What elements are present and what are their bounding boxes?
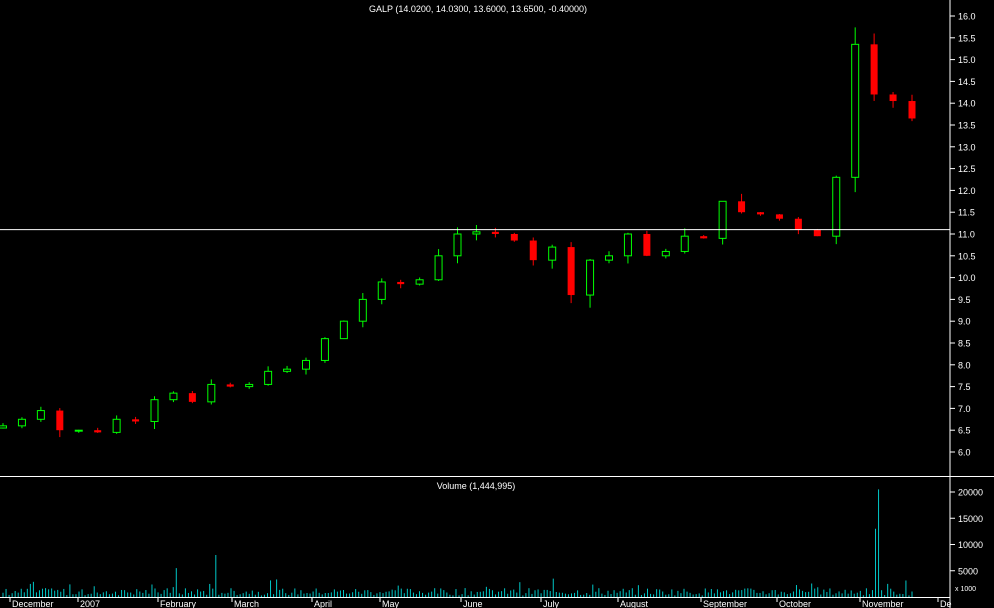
price-tick-label: 9.0 [958, 317, 971, 327]
volume-tick-label: 5000 [958, 566, 978, 576]
price-tick-label: 8.0 [958, 360, 971, 370]
x-tick-label: December [12, 599, 54, 608]
stock-chart: GALP (14.0200, 14.0300, 13.6000, 13.6500… [0, 0, 994, 608]
candle-body-up [661, 250, 670, 257]
price-tick-label: 12.5 [958, 164, 976, 174]
price-tick-label: 15.0 [958, 55, 976, 65]
candle-body-down [94, 430, 102, 433]
x-tick-label: October [779, 599, 811, 608]
candle-body-down [794, 218, 802, 230]
price-tick-label: 15.5 [958, 33, 976, 43]
price-tick-label: 13.5 [958, 121, 976, 131]
candle-body-up [472, 231, 481, 235]
candle-body-down [700, 236, 708, 239]
x-tick-label: April [314, 599, 332, 608]
volume-tick-label: 15000 [958, 514, 983, 524]
price-tick-label: 14.5 [958, 77, 976, 87]
candle-body-down [397, 281, 405, 285]
candle-body-up [832, 176, 841, 237]
candle-body-up [605, 255, 613, 261]
candle-body-up [112, 418, 121, 433]
price-tick-label: 6.5 [958, 426, 971, 436]
candle-body-up [207, 383, 216, 403]
x-tick-label: February [160, 599, 197, 608]
price-tick-label: 16.0 [958, 12, 976, 22]
x-tick-label: 2007 [80, 599, 100, 608]
price-tick-label: 9.5 [958, 295, 971, 305]
candle-body-up [415, 279, 424, 285]
candle-body-down [226, 384, 234, 387]
candle-body-up [358, 298, 367, 322]
candle-body-down [643, 234, 651, 256]
x-tick-label: March [234, 599, 259, 608]
price-tick-label: 7.0 [958, 404, 971, 414]
price-tick-label: 10.5 [958, 251, 976, 261]
price-tick-label: 10.0 [958, 273, 976, 283]
candle-body-up [320, 338, 329, 361]
candle-body-up [623, 233, 632, 257]
candle-body-down [491, 231, 499, 234]
candle-body-down [813, 229, 821, 237]
price-tick-label: 11.5 [958, 208, 975, 218]
price-tick-label: 12.0 [958, 186, 976, 196]
candle-body-up [36, 410, 45, 420]
x-tick-label: August [620, 599, 649, 608]
price-title: GALP (14.0200, 14.0300, 13.6000, 13.6500… [369, 4, 587, 14]
candle-body-up [169, 392, 178, 401]
candle-body-up [17, 418, 26, 427]
candle-body-up [453, 233, 462, 257]
candle-body-up [718, 200, 727, 239]
candle-body-down [738, 201, 746, 213]
candle-body-down [775, 214, 783, 219]
chart-background [0, 0, 994, 608]
candle-body-up [586, 259, 595, 296]
x-tick-label: June [463, 599, 483, 608]
x-tick-label: November [862, 599, 904, 608]
x-tick-label: July [543, 599, 560, 608]
candle-body-down [889, 94, 897, 102]
candle-body-down [870, 44, 878, 95]
candle-body-up [150, 399, 159, 422]
volume-scale-label: x 1000 [955, 586, 976, 593]
candle-body-up [264, 370, 273, 385]
candle-body-up [851, 43, 860, 178]
candle-body-down [757, 212, 764, 215]
price-tick-label: 7.5 [958, 382, 971, 392]
candle-body-up [0, 425, 7, 429]
candle-body-up [302, 359, 310, 370]
candle-body-down [908, 101, 916, 119]
candle-body-down [510, 234, 518, 241]
candle-body-up [74, 429, 83, 432]
candle-body-down [529, 240, 537, 261]
candle-body-up [680, 235, 689, 252]
volume-tick-label: 10000 [958, 540, 983, 550]
x-tick-label: De [940, 599, 952, 608]
price-tick-label: 14.0 [958, 99, 976, 109]
candle-body-down [567, 247, 575, 296]
candle-body-up [245, 383, 254, 388]
price-tick-label: 8.5 [958, 339, 971, 349]
candle-body-up [283, 368, 292, 372]
price-tick-label: 6.0 [958, 448, 971, 458]
candle-body-down [56, 410, 64, 431]
volume-title: Volume (1,444,995) [437, 481, 516, 491]
candle-body-up [434, 255, 443, 281]
candle-body-up [548, 246, 557, 261]
candle-body-down [188, 393, 196, 402]
candle-body-up [377, 281, 386, 300]
price-tick-label: 11.0 [958, 230, 975, 240]
price-tick-label: 13.0 [958, 142, 976, 152]
candle-body-down [132, 419, 140, 422]
candle-body-up [339, 320, 348, 340]
x-tick-label: September [703, 599, 747, 608]
x-tick-label: May [382, 599, 400, 608]
volume-tick-label: 20000 [958, 488, 983, 498]
